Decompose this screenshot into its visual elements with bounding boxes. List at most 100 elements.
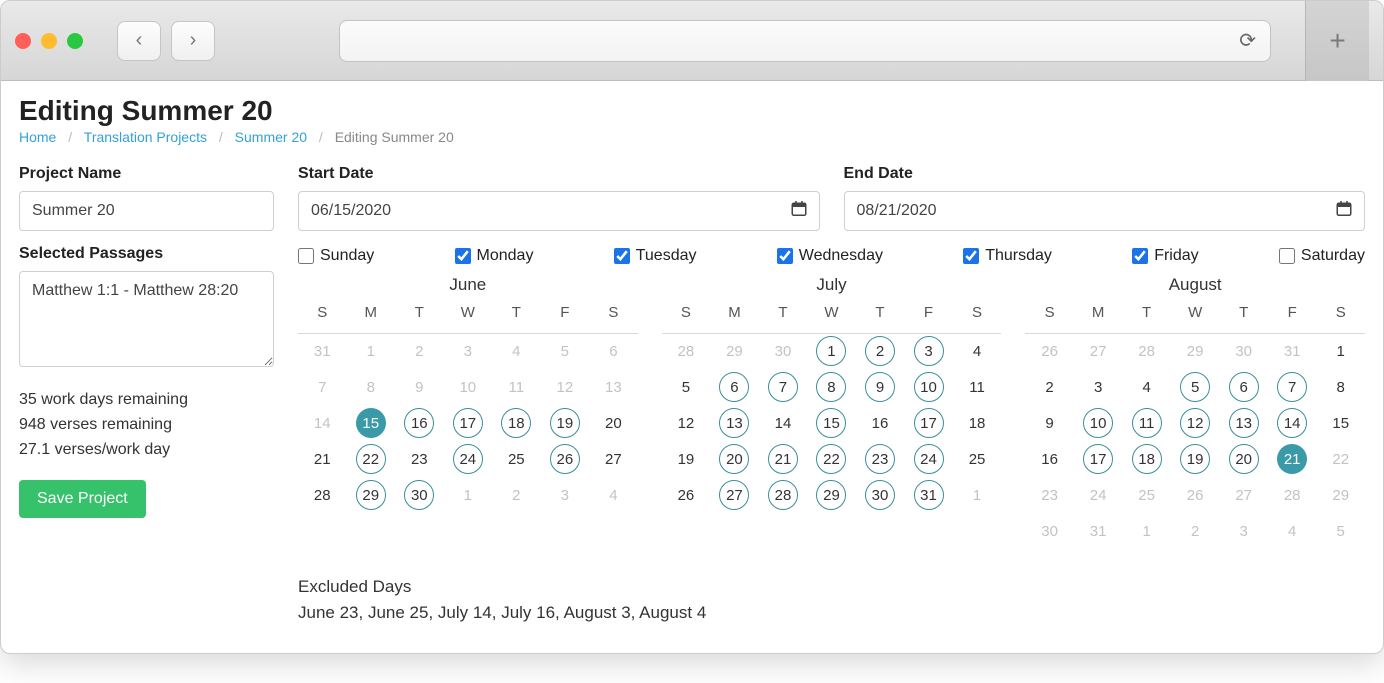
close-window-icon[interactable] <box>15 33 31 49</box>
calendar-day[interactable]: 19 <box>1180 444 1210 474</box>
calendar-day: 28 <box>1277 480 1307 510</box>
weekday-toggle-thursday[interactable]: Thursday <box>963 247 1052 265</box>
calendar-day[interactable]: 6 <box>1229 372 1259 402</box>
calendar-day: 26 <box>1035 336 1065 366</box>
save-project-button[interactable]: Save Project <box>19 480 146 518</box>
breadcrumb-home[interactable]: Home <box>19 129 56 145</box>
excluded-days-heading: Excluded Days <box>298 577 1365 597</box>
calendar-day[interactable]: 24 <box>914 444 944 474</box>
calendar-day[interactable]: 24 <box>453 444 483 474</box>
calendar-day[interactable]: 14 <box>1277 408 1307 438</box>
weekday-checkbox-monday[interactable] <box>455 248 471 264</box>
calendar-day[interactable]: 3 <box>914 336 944 366</box>
weekday-checkbox-tuesday[interactable] <box>614 248 630 264</box>
calendar-day[interactable]: 30 <box>865 480 895 510</box>
weekday-toggle-friday[interactable]: Friday <box>1132 247 1198 265</box>
calendar-day: 13 <box>598 372 628 402</box>
calendar-day-header: S <box>662 297 711 333</box>
minimize-window-icon[interactable] <box>41 33 57 49</box>
calendar-day[interactable]: 30 <box>404 480 434 510</box>
calendar-day[interactable]: 29 <box>356 480 386 510</box>
reload-icon[interactable]: ⟳ <box>1239 28 1256 53</box>
window-controls <box>15 33 83 49</box>
end-date-input[interactable] <box>844 191 1366 231</box>
calendar-day[interactable]: 17 <box>1083 444 1113 474</box>
calendar-day[interactable]: 7 <box>768 372 798 402</box>
weekday-label: Tuesday <box>636 247 697 265</box>
calendar-day: 26 <box>671 480 701 510</box>
calendar-day-header: F <box>1268 297 1317 333</box>
calendar-day: 7 <box>307 372 337 402</box>
calendar-day[interactable]: 31 <box>914 480 944 510</box>
calendar-day[interactable]: 2 <box>865 336 895 366</box>
calendar-day[interactable]: 23 <box>865 444 895 474</box>
weekday-toggle-saturday[interactable]: Saturday <box>1279 247 1365 265</box>
weekday-checkbox-thursday[interactable] <box>963 248 979 264</box>
weekday-checkbox-friday[interactable] <box>1132 248 1148 264</box>
weekday-checkbox-wednesday[interactable] <box>777 248 793 264</box>
calendar-day[interactable]: 27 <box>719 480 749 510</box>
calendar-day: 31 <box>1083 516 1113 546</box>
calendar-day-header: S <box>1316 297 1365 333</box>
calendar-day[interactable]: 22 <box>356 444 386 474</box>
breadcrumb: Home / Translation Projects / Summer 20 … <box>19 129 1365 145</box>
calendar-day[interactable]: 20 <box>1229 444 1259 474</box>
calendar-day[interactable]: 19 <box>550 408 580 438</box>
calendar-day[interactable]: 5 <box>1180 372 1210 402</box>
calendar-day[interactable]: 7 <box>1277 372 1307 402</box>
calendar-day[interactable]: 20 <box>719 444 749 474</box>
calendar-day: 2 <box>1180 516 1210 546</box>
calendar-icon[interactable] <box>790 200 808 223</box>
calendar-day[interactable]: 10 <box>1083 408 1113 438</box>
calendar-day[interactable]: 17 <box>914 408 944 438</box>
weekday-toggle-sunday[interactable]: Sunday <box>298 247 374 265</box>
calendar-day[interactable]: 21 <box>768 444 798 474</box>
weekday-checkbox-saturday[interactable] <box>1279 248 1295 264</box>
back-button[interactable]: ‹ <box>117 21 161 61</box>
calendar-day: 14 <box>307 408 337 438</box>
calendar-august: AugustSMTWTFS262728293031123456789101112… <box>1025 275 1365 549</box>
calendar-day[interactable]: 18 <box>501 408 531 438</box>
calendar-day[interactable]: 26 <box>550 444 580 474</box>
calendar-day[interactable]: 15 <box>816 408 846 438</box>
calendar-day[interactable]: 13 <box>1229 408 1259 438</box>
calendar-day: 1 <box>1326 336 1356 366</box>
url-bar[interactable]: ⟳ <box>339 20 1271 62</box>
breadcrumb-summer-20[interactable]: Summer 20 <box>235 129 307 145</box>
calendar-day[interactable]: 21 <box>1277 444 1307 474</box>
calendar-day[interactable]: 29 <box>816 480 846 510</box>
calendar-day-header: T <box>492 297 541 333</box>
breadcrumb-translation-projects[interactable]: Translation Projects <box>84 129 207 145</box>
calendar-day[interactable]: 6 <box>719 372 749 402</box>
zoom-window-icon[interactable] <box>67 33 83 49</box>
calendar-day[interactable]: 16 <box>404 408 434 438</box>
calendar-day-header: W <box>1171 297 1220 333</box>
calendar-day[interactable]: 9 <box>865 372 895 402</box>
selected-passages-textarea[interactable]: Matthew 1:1 - Matthew 28:20 <box>19 271 274 367</box>
calendar-day[interactable]: 28 <box>768 480 798 510</box>
calendar-day[interactable]: 17 <box>453 408 483 438</box>
calendar-day[interactable]: 11 <box>1132 408 1162 438</box>
stats-block: 35 work days remaining 948 verses remain… <box>19 388 274 462</box>
new-tab-button[interactable]: + <box>1305 1 1369 81</box>
calendar-day[interactable]: 12 <box>1180 408 1210 438</box>
weekday-toggle-tuesday[interactable]: Tuesday <box>614 247 697 265</box>
calendar-day[interactable]: 15 <box>356 408 386 438</box>
calendar-day: 21 <box>307 444 337 474</box>
calendar-day[interactable]: 18 <box>1132 444 1162 474</box>
weekday-toggle-monday[interactable]: Monday <box>455 247 534 265</box>
right-column: Start Date End Date <box>298 165 1365 623</box>
calendar-day[interactable]: 10 <box>914 372 944 402</box>
calendar-icon[interactable] <box>1335 200 1353 223</box>
calendar-day[interactable]: 13 <box>719 408 749 438</box>
calendar-day[interactable]: 8 <box>816 372 846 402</box>
weekday-toggle-wednesday[interactable]: Wednesday <box>777 247 883 265</box>
start-date-input[interactable] <box>298 191 820 231</box>
calendar-day[interactable]: 1 <box>816 336 846 366</box>
weekday-checkbox-sunday[interactable] <box>298 248 314 264</box>
forward-button[interactable]: › <box>171 21 215 61</box>
calendar-day: 2 <box>501 480 531 510</box>
calendar-day[interactable]: 22 <box>816 444 846 474</box>
calendar-day: 31 <box>1277 336 1307 366</box>
project-name-input[interactable] <box>19 191 274 231</box>
